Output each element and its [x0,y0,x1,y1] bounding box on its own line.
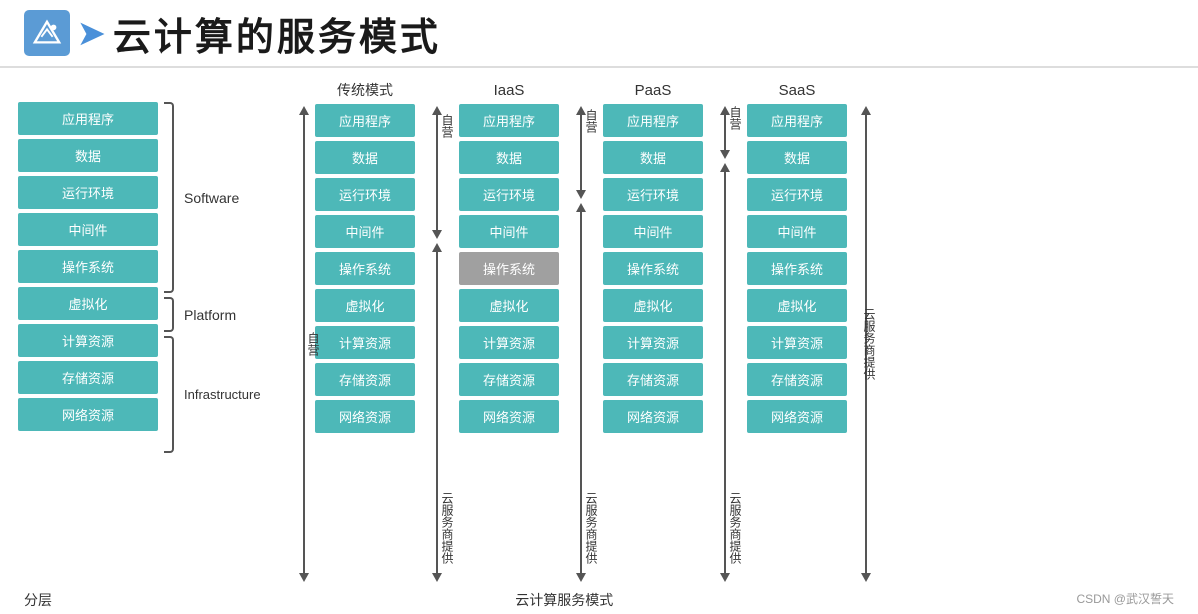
layer-item: 存储资源 [18,361,158,394]
header: ➤ 云计算的服务模式 [0,0,1198,68]
iaas-item-os: 操作系统 [459,252,559,285]
header-arrow: ➤ [78,14,105,52]
trad-item: 应用程序 [315,104,415,137]
layer-stack: 应用程序 数据 运行环境 中间件 操作系统 虚拟化 计算资源 存储资源 网络资源 [18,102,158,431]
saas-item: 应用程序 [747,104,847,137]
trad-item: 中间件 [315,215,415,248]
logo-box [24,10,70,56]
saas-right-arrow: 云服务商提供 [847,104,885,584]
paas-item: 数据 [603,141,703,174]
iaas-item: 运行环境 [459,178,559,211]
mountain-icon [32,18,62,48]
trad-item: 网络资源 [315,400,415,433]
divider3-cloud: 云服务商提供 [727,492,744,564]
layer-item: 中间件 [18,213,158,246]
col-headers: 传统模式 IaaS PaaS SaaS [293,78,1180,102]
layer-item: 网络资源 [18,398,158,431]
layer-item: 计算资源 [18,324,158,357]
layer-item: 虚拟化 [18,287,158,320]
iaas-item: 虚拟化 [459,289,559,322]
col-header-traditional: 传统模式 [315,80,415,100]
col-header-saas: SaaS [747,82,847,99]
iaas-item: 存储资源 [459,363,559,396]
col-paas: 应用程序 数据 运行环境 中间件 操作系统 虚拟化 计算资源 存储资源 网络资源 [603,104,703,584]
traditional-left-arrow: 自营 [293,104,315,584]
iaas-item: 计算资源 [459,326,559,359]
platform-label: Platform [184,307,236,323]
divider2-ziying: 自营 [583,109,600,133]
footer-center: 云计算服务模式 [515,590,613,610]
paas-item: 计算资源 [603,326,703,359]
iaas-item: 应用程序 [459,104,559,137]
paas-item: 运行环境 [603,178,703,211]
divider1-cloud: 云服务商提供 [439,492,456,564]
col-iaas: 应用程序 数据 运行环境 中间件 操作系统 虚拟化 计算资源 存储资源 网络资源 [459,104,559,584]
paas-item: 网络资源 [603,400,703,433]
iaas-item: 中间件 [459,215,559,248]
page-title: 云计算的服务模式 [113,6,441,61]
divider-1: 自营 云服务商提供 [415,104,459,584]
saas-cloud-label: 云服务商提供 [861,308,878,380]
saas-item: 数据 [747,141,847,174]
layer-item: 应用程序 [18,102,158,135]
paas-item: 中间件 [603,215,703,248]
footer-left: 分层 [24,590,52,610]
iaas-item: 数据 [459,141,559,174]
trad-item: 运行环境 [315,178,415,211]
divider1-ziying: 自营 [439,114,456,138]
layer-item: 运行环境 [18,176,158,209]
iaas-item: 网络资源 [459,400,559,433]
saas-item: 运行环境 [747,178,847,211]
footer: 分层 云计算服务模式 CSDN @武汉誓天 [0,590,1198,610]
saas-item: 虚拟化 [747,289,847,322]
columns-section: 传统模式 IaaS PaaS SaaS [293,78,1180,584]
main-area: 应用程序 数据 运行环境 中间件 操作系统 虚拟化 计算资源 存储资源 网络资源 [0,68,1198,614]
col-header-paas: PaaS [603,82,703,99]
page-container: ➤ 云计算的服务模式 应用程序 数据 运行环境 中间件 操作系统 虚拟化 计算资… [0,0,1198,614]
saas-item: 计算资源 [747,326,847,359]
paas-item: 操作系统 [603,252,703,285]
saas-item: 网络资源 [747,400,847,433]
infrastructure-label: Infrastructure [184,387,261,403]
trad-item: 存储资源 [315,363,415,396]
saas-item: 中间件 [747,215,847,248]
col-saas: 应用程序 数据 运行环境 中间件 操作系统 虚拟化 计算资源 存储资源 网络资源 [747,104,847,584]
columns-body: 自营 应用程序 数据 运行环境 中间件 操作系统 虚拟化 计算资源 存储资源 网… [293,104,1180,584]
footer-right: CSDN @武汉誓天 [1076,590,1174,610]
trad-item: 数据 [315,141,415,174]
trad-item: 虚拟化 [315,289,415,322]
divider-2: 自营 云服务商提供 [559,104,603,584]
col-header-iaas: IaaS [459,82,559,99]
saas-item: 存储资源 [747,363,847,396]
paas-item: 虚拟化 [603,289,703,322]
paas-item: 应用程序 [603,104,703,137]
divider2-cloud: 云服务商提供 [583,492,600,564]
col-traditional: 应用程序 数据 运行环境 中间件 操作系统 虚拟化 计算资源 存储资源 网络资源 [315,104,415,584]
divider-3: 自营 云服务商提供 [703,104,747,584]
left-section: 应用程序 数据 运行环境 中间件 操作系统 虚拟化 计算资源 存储资源 网络资源 [18,78,283,584]
bracket-labels: Software Platform Infrastruc [164,102,261,498]
layer-item: 数据 [18,139,158,172]
traditional-ziyingLabel: 自营 [305,332,322,356]
saas-item: 操作系统 [747,252,847,285]
trad-item: 操作系统 [315,252,415,285]
divider3-ziying: 自营 [727,106,744,130]
paas-item: 存储资源 [603,363,703,396]
trad-item: 计算资源 [315,326,415,359]
layer-item: 操作系统 [18,250,158,283]
software-label: Software [184,190,239,206]
